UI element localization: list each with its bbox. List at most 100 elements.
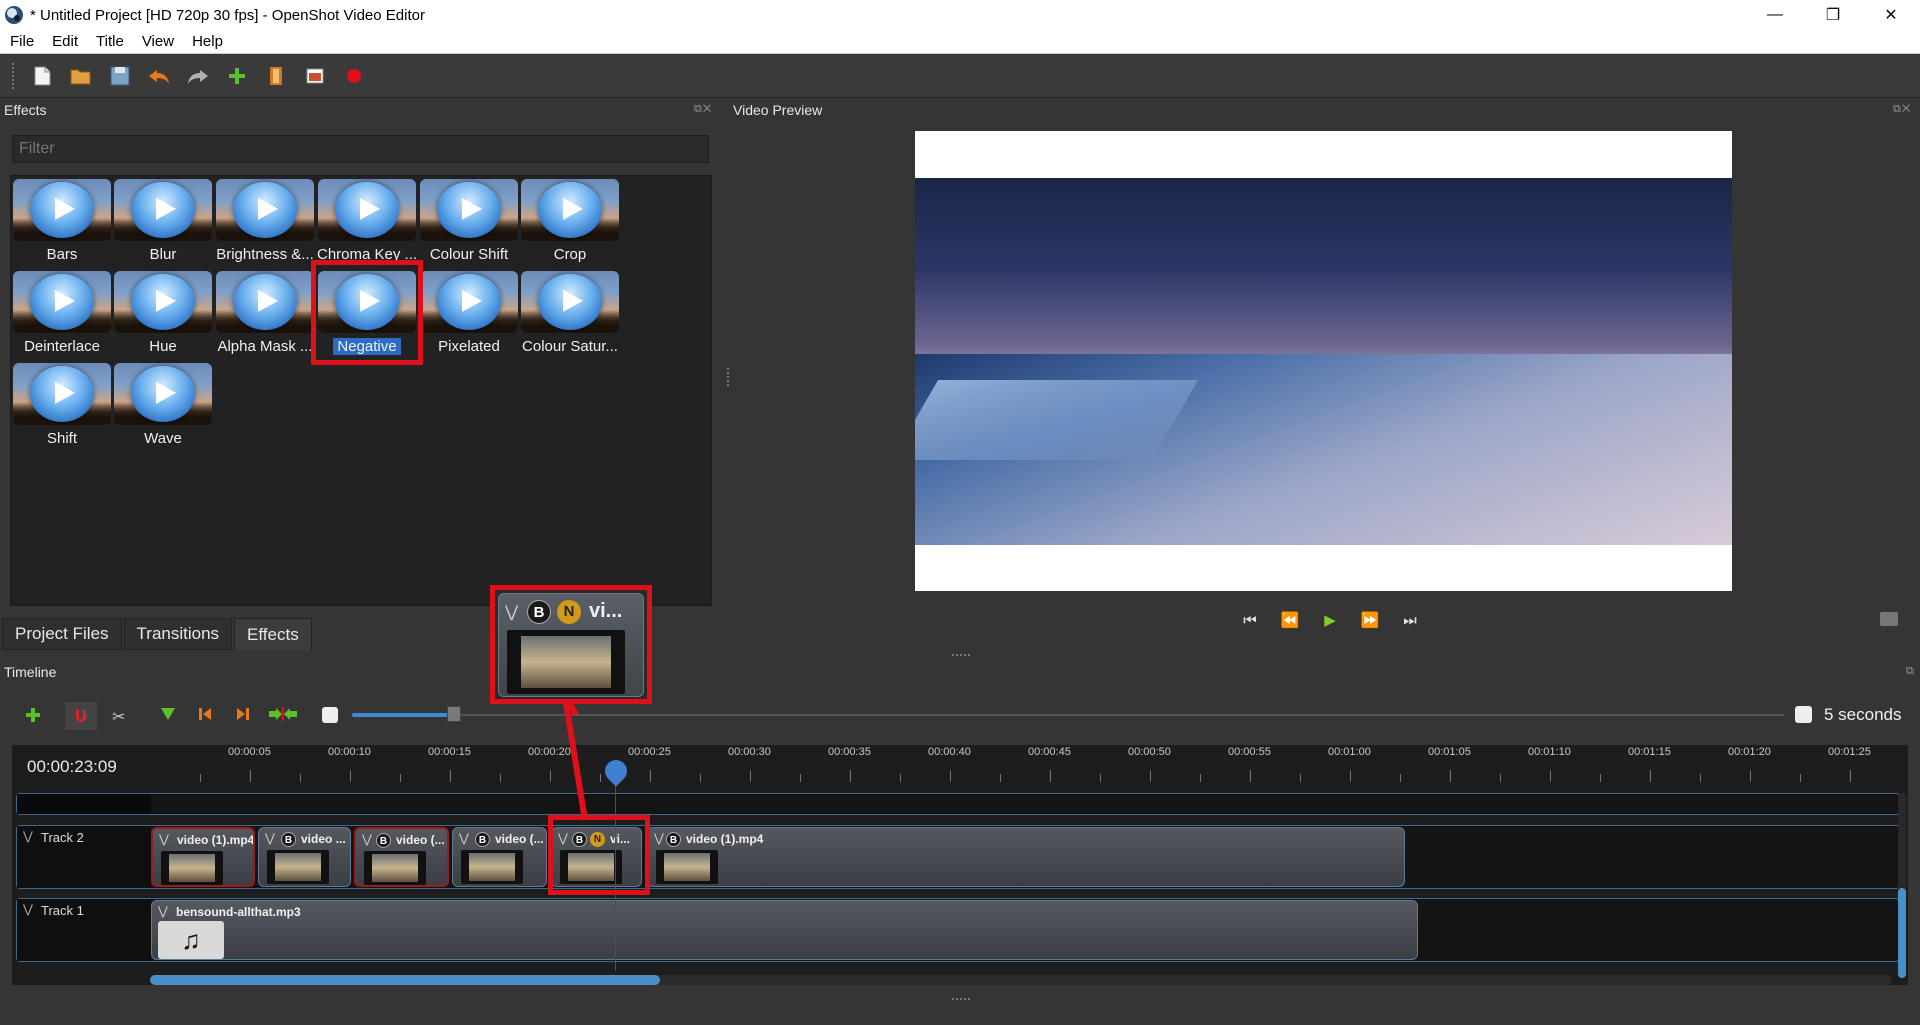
- effect-item[interactable]: Colour Shift: [419, 178, 519, 268]
- ruler-minor-tick: [300, 774, 301, 782]
- track-row-2: ⋁ Track 2 ⋁ video (1).mp4 ⋁ B video ... …: [16, 825, 1900, 889]
- tab-project-files[interactable]: Project Files: [2, 618, 122, 650]
- ruler-tick-label: 00:01:10: [1528, 746, 1571, 758]
- effect-thumbnail: [216, 271, 314, 333]
- effect-item[interactable]: Chroma Key ...: [317, 178, 417, 268]
- menu-file[interactable]: File: [0, 33, 42, 50]
- clip-menu-icon[interactable]: ⋁: [459, 831, 469, 845]
- profile-icon[interactable]: [260, 60, 292, 92]
- panel-splitter[interactable]: [727, 368, 729, 386]
- import-files-icon[interactable]: [221, 60, 253, 92]
- bottom-splitter[interactable]: [952, 998, 970, 1000]
- restore-button[interactable]: ❐: [1804, 0, 1862, 30]
- ruler-tick-label: 00:01:20: [1728, 746, 1771, 758]
- snapping-icon[interactable]: [64, 701, 98, 731]
- toolbar-grip[interactable]: [12, 63, 16, 89]
- effect-item[interactable]: Bars: [12, 178, 112, 268]
- play-icon[interactable]: ▶: [1310, 608, 1350, 632]
- preview-dock-float-close-icon[interactable]: ⧉✕: [1893, 103, 1911, 116]
- save-project-icon[interactable]: [104, 60, 136, 92]
- timeline-clip[interactable]: ⋁ B video (...: [354, 827, 449, 887]
- ruler-tick-label: 00:00:50: [1128, 746, 1171, 758]
- effect-item[interactable]: Alpha Mask ...: [215, 270, 315, 360]
- clip-effect-badge-blur[interactable]: B: [475, 832, 490, 847]
- zoom-fit-icon[interactable]: [322, 707, 338, 723]
- track-header-1[interactable]: ⋁ Track 1: [17, 899, 151, 961]
- ruler-tick: [850, 770, 851, 782]
- effect-item[interactable]: Deinterlace: [12, 270, 112, 360]
- effect-item[interactable]: Brightness &...: [215, 178, 315, 268]
- clip-effect-badge-blur[interactable]: B: [376, 833, 391, 848]
- clip-menu-icon[interactable]: ⋁: [265, 831, 275, 845]
- jump-start-icon[interactable]: ⏮: [1230, 608, 1270, 632]
- menu-help[interactable]: Help: [182, 33, 231, 50]
- ruler-minor-tick: [1600, 774, 1601, 782]
- redo-icon[interactable]: [182, 60, 214, 92]
- razor-icon[interactable]: ✂: [112, 707, 125, 727]
- close-button[interactable]: ✕: [1862, 0, 1920, 30]
- fullscreen-icon[interactable]: [299, 60, 331, 92]
- fast-forward-icon[interactable]: ⏩: [1350, 608, 1390, 632]
- new-project-icon[interactable]: [26, 60, 58, 92]
- horizontal-scroll-thumb[interactable]: [150, 975, 660, 985]
- effect-thumbnail: [114, 179, 212, 241]
- rewind-icon[interactable]: ⏪: [1270, 608, 1310, 632]
- effect-item[interactable]: Pixelated: [419, 270, 519, 360]
- audio-clip[interactable]: ⋁ bensound-allthat.mp3 ♫: [151, 900, 1418, 960]
- menu-title[interactable]: Title: [86, 33, 132, 50]
- timeline-clip[interactable]: ⋁ B video (...: [452, 827, 547, 887]
- clip-menu-icon[interactable]: ⋁: [158, 904, 168, 918]
- timeline-dock-float-icon[interactable]: ⧉: [1906, 665, 1915, 678]
- track-menu-icon[interactable]: ⋁: [23, 902, 33, 916]
- clip-effect-badge-blur[interactable]: B: [281, 832, 296, 847]
- track-menu-icon[interactable]: ⋁: [23, 829, 33, 843]
- tab-effects[interactable]: Effects: [234, 618, 312, 650]
- timeline-clip[interactable]: ⋁ B video (1).mp4: [647, 827, 1405, 887]
- timeline-clip[interactable]: ⋁ B video ...: [258, 827, 351, 887]
- clip-menu-icon[interactable]: ⋁: [654, 831, 664, 845]
- play-icon: [156, 381, 176, 404]
- ruler-tick: [1150, 770, 1151, 782]
- clip-effect-badge-blur[interactable]: B: [666, 832, 681, 847]
- open-project-icon[interactable]: [65, 60, 97, 92]
- jump-end-icon[interactable]: ⏭: [1390, 608, 1430, 632]
- minimize-button[interactable]: —: [1746, 0, 1804, 30]
- export-video-icon[interactable]: [338, 60, 370, 92]
- effect-item[interactable]: Blur: [113, 178, 213, 268]
- next-marker-icon[interactable]: [236, 707, 250, 726]
- clip-name: video (...: [495, 832, 544, 846]
- effects-filter-input[interactable]: [12, 135, 709, 163]
- zoom-slider-handle[interactable]: [447, 706, 461, 722]
- track-header-2[interactable]: ⋁ Track 2: [17, 826, 151, 888]
- zoom-level-icon: [1795, 706, 1812, 723]
- track-row-1: ⋁ Track 1 ⋁ bensound-allthat.mp3 ♫: [16, 898, 1900, 962]
- add-track-icon[interactable]: [25, 707, 41, 728]
- undo-icon[interactable]: [143, 60, 175, 92]
- vertical-scroll-thumb[interactable]: [1898, 888, 1906, 978]
- add-marker-icon[interactable]: [160, 707, 176, 726]
- effect-item[interactable]: Colour Satur...: [520, 270, 620, 360]
- camera-icon[interactable]: [1880, 612, 1898, 626]
- tab-transitions[interactable]: Transitions: [123, 618, 233, 650]
- play-icon: [563, 289, 583, 312]
- effect-label: Pixelated: [438, 338, 500, 355]
- ruler-tick: [750, 770, 751, 782]
- center-playhead-icon[interactable]: [268, 707, 298, 726]
- effect-item[interactable]: Wave: [113, 362, 213, 452]
- preview-splitter[interactable]: [952, 654, 970, 656]
- menu-view[interactable]: View: [132, 33, 182, 50]
- timeline-clip[interactable]: ⋁ video (1).mp4: [151, 827, 255, 887]
- ruler-tick-label: 00:00:10: [328, 746, 371, 758]
- effects-dock-float-close-icon[interactable]: ⧉✕: [694, 103, 712, 116]
- effect-item[interactable]: Hue: [113, 270, 213, 360]
- effect-item[interactable]: Crop: [520, 178, 620, 268]
- timeline-horizontal-scrollbar[interactable]: [150, 975, 1892, 985]
- effect-item[interactable]: Shift: [12, 362, 112, 452]
- menu-edit[interactable]: Edit: [42, 33, 86, 50]
- timeline-vertical-scrollbar[interactable]: [1898, 793, 1906, 978]
- clip-menu-icon[interactable]: ⋁: [362, 832, 372, 846]
- ruler-minor-tick: [1400, 774, 1401, 782]
- zoom-slider-track[interactable]: [454, 714, 1784, 716]
- previous-marker-icon[interactable]: [198, 707, 212, 726]
- clip-menu-icon[interactable]: ⋁: [159, 832, 169, 846]
